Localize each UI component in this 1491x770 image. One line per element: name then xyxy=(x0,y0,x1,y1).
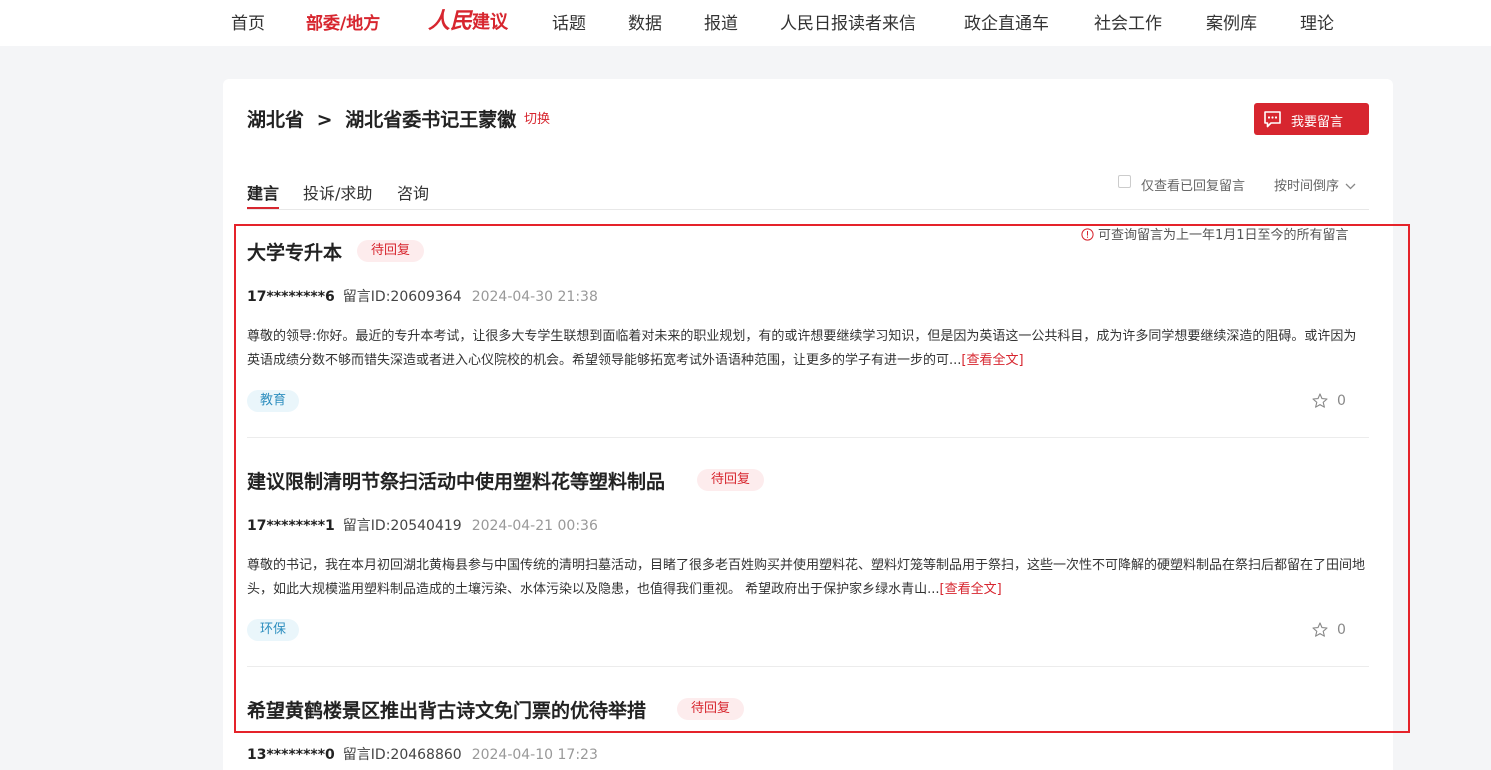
message-title[interactable]: 希望黄鹤楼景区推出背古诗文免门票的优待举措 xyxy=(247,696,646,723)
nav-item-case-library[interactable]: 案例库 xyxy=(1206,9,1257,34)
message-date: 2024-04-21 00:36 xyxy=(471,518,598,534)
only-replied-checkbox[interactable] xyxy=(1118,175,1131,188)
message-title[interactable]: 大学专升本 xyxy=(247,238,342,265)
message-content: 尊敬的书记，我在本月初回湖北黄梅县参与中国传统的清明扫墓活动，目睹了很多老百姓购… xyxy=(247,554,1369,602)
nav-item-topics[interactable]: 话题 xyxy=(552,9,586,34)
nav-item-ministries-local[interactable]: 部委/地方 xyxy=(306,9,380,34)
notice-text: 可查询留言为上一年1月1日至今的所有留言 xyxy=(1098,228,1349,243)
category-tag[interactable]: 环保 xyxy=(247,619,300,641)
status-badge: 待回复 xyxy=(677,698,745,720)
favorite-count: 0 xyxy=(1337,393,1346,409)
leave-message-button[interactable]: 我要留言 xyxy=(1254,103,1369,135)
message-content: 尊敬的领导:你好。最近的专升本考试，让很多大专学生联想到面临着对未来的职业规划，… xyxy=(247,325,1369,373)
message-user: 17********1 xyxy=(247,518,335,534)
view-full-text-link[interactable]: [查看全文] xyxy=(961,353,1023,368)
message-id: 留言ID:20540419 xyxy=(342,518,462,534)
message-user: 17********6 xyxy=(247,289,335,305)
breadcrumb-separator: > xyxy=(316,109,333,131)
favorite-count: 0 xyxy=(1337,622,1346,638)
nav-item-reader-letters[interactable]: 人民日报读者来信 xyxy=(780,9,916,34)
message-id: 留言ID:20609364 xyxy=(342,289,462,305)
message-id: 留言ID:20468860 xyxy=(342,747,462,763)
status-badge: 待回复 xyxy=(697,469,765,491)
chevron-down-icon xyxy=(1345,183,1356,190)
nav-item-theory[interactable]: 理论 xyxy=(1300,9,1334,34)
message-date: 2024-04-10 17:23 xyxy=(471,747,598,763)
message-content-text: 尊敬的书记，我在本月初回湖北黄梅县参与中国传统的清明扫墓活动，目睹了很多老百姓购… xyxy=(247,558,1366,597)
item-divider xyxy=(247,437,1369,438)
tab-suggestions[interactable]: 建言 xyxy=(247,180,279,204)
star-icon xyxy=(1312,622,1328,637)
nav-item-social-work[interactable]: 社会工作 xyxy=(1094,9,1162,34)
nav-item-home[interactable]: 首页 xyxy=(231,9,265,34)
message-title[interactable]: 建议限制清明节祭扫活动中使用塑料花等塑料制品 xyxy=(247,467,665,494)
category-tag[interactable]: 教育 xyxy=(247,390,300,412)
top-navigation: 首页 部委/地方 人民建议 话题 数据 报道 人民日报读者来信 政企直通车 社会… xyxy=(0,0,1491,46)
message-meta: 13********0 留言ID:20468860 2024-04-10 17:23 xyxy=(247,744,598,764)
nav-item-business-express[interactable]: 政企直通车 xyxy=(964,9,1049,34)
switch-link[interactable]: 切换 xyxy=(524,108,550,127)
message-user: 13********0 xyxy=(247,747,335,763)
star-icon xyxy=(1312,393,1328,408)
item-divider xyxy=(247,666,1369,667)
favorite-button[interactable]: 0 xyxy=(1312,393,1346,409)
message-icon xyxy=(1263,110,1282,132)
only-replied-label[interactable]: 仅查看已回复留言 xyxy=(1141,175,1245,194)
nav-item-data[interactable]: 数据 xyxy=(628,9,662,34)
favorite-button[interactable]: 0 xyxy=(1312,622,1346,638)
nav-item-reports[interactable]: 报道 xyxy=(704,9,738,34)
message-meta: 17********1 留言ID:20540419 2024-04-21 00:36 xyxy=(247,515,598,535)
status-badge: 待回复 xyxy=(357,240,425,262)
breadcrumb-province[interactable]: 湖北省 xyxy=(247,109,304,131)
view-full-text-link[interactable]: [查看全文] xyxy=(940,582,1002,597)
info-icon xyxy=(1081,228,1094,241)
logo-text-part2: 建议 xyxy=(472,12,509,33)
message-meta: 17********6 留言ID:20609364 2024-04-30 21:38 xyxy=(247,286,598,306)
tabs-divider xyxy=(247,209,1369,210)
message-content-text: 尊敬的领导:你好。最近的专升本考试，让很多大专学生联想到面临着对未来的职业规划，… xyxy=(247,329,1357,368)
people-suggestion-logo[interactable]: 人民建议 xyxy=(428,3,508,35)
sort-order-label: 按时间倒序 xyxy=(1274,179,1340,194)
query-range-notice: 可查询留言为上一年1月1日至今的所有留言 xyxy=(1081,224,1349,243)
breadcrumb-target: 湖北省委书记王蒙徽 xyxy=(345,109,517,131)
sort-order-select[interactable]: 按时间倒序 xyxy=(1274,175,1356,194)
logo-text-part1: 人民 xyxy=(428,8,473,34)
leave-message-label: 我要留言 xyxy=(1291,115,1344,130)
tab-consultation[interactable]: 咨询 xyxy=(397,180,429,204)
breadcrumb: 湖北省 > 湖北省委书记王蒙徽 xyxy=(247,105,516,132)
message-date: 2024-04-30 21:38 xyxy=(471,289,598,305)
tab-complaints-help[interactable]: 投诉/求助 xyxy=(303,180,372,204)
